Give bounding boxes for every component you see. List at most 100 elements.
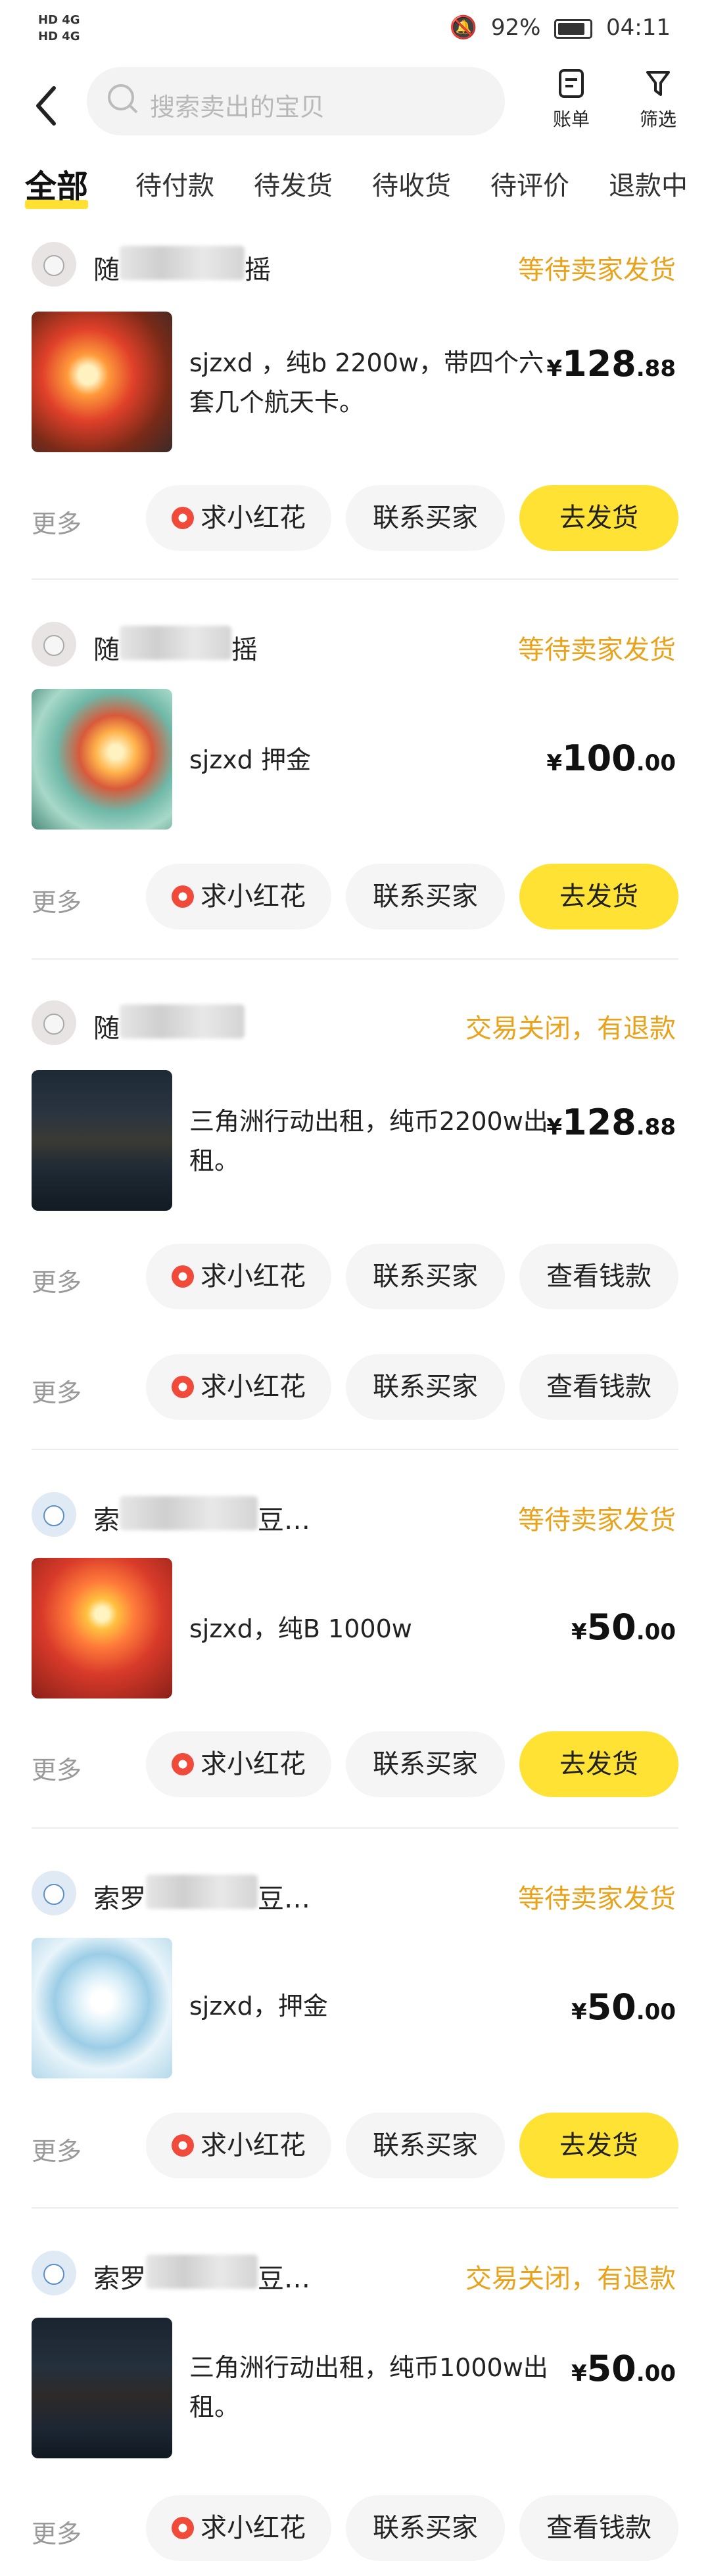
flower-label: 求小红花 — [201, 2513, 306, 2543]
view-money-button[interactable]: 查看钱款 — [519, 2495, 678, 2561]
ship-button[interactable]: 去发货 — [519, 485, 678, 551]
order-header: 索罗 豆… 等待卖家发货 — [32, 1868, 676, 1918]
buyer-avatar — [32, 622, 76, 667]
more-button[interactable]: 更多 — [32, 1750, 82, 1786]
item-price: ¥100.00 — [546, 738, 676, 779]
tab-pending-payment[interactable]: 待付款 — [135, 164, 214, 202]
item-thumbnail[interactable] — [32, 1558, 172, 1698]
more-button[interactable]: 更多 — [32, 2514, 82, 2550]
contact-buyer-button[interactable]: 联系买家 — [346, 485, 505, 551]
flower-icon — [172, 1376, 194, 1398]
item-thumbnail[interactable] — [32, 2318, 172, 2458]
flower-button[interactable]: 求小红花 — [146, 2113, 331, 2178]
flower-button[interactable]: 求小红花 — [146, 2495, 331, 2561]
order-status: 等待卖家发货 — [518, 1505, 676, 1535]
buyer-name-suffix: 摇 — [231, 635, 258, 665]
order-card[interactable]: 随 交易关闭，有退款 三角洲行动出租，纯币2200w出租。 ¥128.88 更多… — [0, 998, 710, 1451]
flower-label: 求小红花 — [201, 1372, 306, 1402]
flower-icon — [172, 2517, 194, 2539]
item-description: 三角洲行动出租，纯币1000w出租。 — [189, 2353, 548, 2422]
order-actions-secondary: 更多 求小红花 联系买家 查看钱款 — [0, 1354, 710, 1420]
contact-buyer-button[interactable]: 联系买家 — [346, 2113, 505, 2178]
flower-icon — [172, 885, 194, 908]
buyer-name-prefix: 随 — [93, 255, 120, 285]
battery-icon — [554, 18, 593, 39]
buyer-name-prefix: 随 — [93, 635, 120, 665]
order-actions: 更多 求小红花 联系买家 查看钱款 — [0, 1244, 710, 1309]
flower-label: 求小红花 — [201, 503, 306, 533]
order-actions: 更多 求小红花 联系买家 去发货 — [0, 1731, 710, 1797]
flower-button[interactable]: 求小红花 — [146, 485, 331, 551]
item-thumbnail[interactable] — [32, 689, 172, 830]
ship-button[interactable]: 去发货 — [519, 864, 678, 929]
order-status: 等待卖家发货 — [518, 255, 676, 285]
item-price: ¥50.00 — [571, 1606, 676, 1648]
clock: 04:11 — [606, 14, 671, 41]
contact-buyer-button[interactable]: 联系买家 — [346, 1731, 505, 1797]
contact-buyer-button[interactable]: 联系买家 — [346, 864, 505, 929]
divider — [32, 958, 678, 960]
order-card[interactable]: 随 摇 等待卖家发货 sjzxd 押金 ¥100.00 更多 求小红花 联系买家… — [0, 619, 710, 961]
buyer-name-suffix: 豆… — [258, 1505, 310, 1535]
status-bar: HD 4G HD 4G 🔕 92% 04:11 — [0, 0, 710, 63]
more-button[interactable]: 更多 — [32, 1262, 82, 1298]
tab-pending-review[interactable]: 待评价 — [490, 164, 569, 202]
tab-all-label: 全部 — [25, 168, 89, 205]
battery-percent: 92% — [490, 14, 541, 41]
bill-button[interactable]: 账单 — [542, 68, 601, 131]
more-button[interactable]: 更多 — [32, 1372, 82, 1409]
order-card[interactable]: 索罗 豆… 交易关闭，有退款 三角洲行动出租，纯币1000w出租。 ¥50.00… — [0, 2248, 710, 2576]
item-thumbnail[interactable] — [32, 1938, 172, 2078]
order-card[interactable]: 索 豆… 等待卖家发货 sjzxd，纯B 1000w ¥50.00 更多 求小红… — [0, 1489, 710, 1831]
flower-button[interactable]: 求小红花 — [146, 1731, 331, 1797]
contact-buyer-button[interactable]: 联系买家 — [346, 2495, 505, 2561]
view-money-button[interactable]: 查看钱款 — [519, 1244, 678, 1309]
order-card[interactable]: 随 摇 等待卖家发货 sjzxd ，纯b 2200w，带四个六套几个航天卡。 ¥… — [0, 239, 710, 581]
signal-indicator-2: HD 4G — [38, 30, 80, 43]
tab-all[interactable]: 全部 — [25, 160, 89, 209]
mute-icon: 🔕 — [449, 14, 477, 41]
order-tabs: 全部 待付款 待发货 待收货 待评价 退款中 — [0, 155, 710, 221]
filter-button[interactable]: 筛选 — [628, 68, 688, 131]
buyer-name-blur — [146, 1875, 258, 1909]
ship-button[interactable]: 去发货 — [519, 2113, 678, 2178]
flower-label: 求小红花 — [201, 1261, 306, 1292]
more-button[interactable]: 更多 — [32, 2131, 82, 2167]
item-price: ¥128.88 — [546, 1102, 676, 1143]
tab-refunding[interactable]: 退款中 — [609, 164, 688, 202]
more-button[interactable]: 更多 — [32, 882, 82, 918]
tab-pending-receipt[interactable]: 待收货 — [372, 164, 451, 202]
flower-icon — [172, 1265, 194, 1288]
flower-button[interactable]: 求小红花 — [146, 864, 331, 929]
buyer-avatar — [32, 1000, 76, 1045]
network-indicators: HD 4G HD 4G — [38, 12, 85, 45]
divider — [32, 2207, 678, 2209]
buyer-name-prefix: 索罗 — [93, 1884, 146, 1914]
tab-pending-shipment[interactable]: 待发货 — [254, 164, 333, 202]
item-thumbnail[interactable] — [32, 312, 172, 452]
flower-label: 求小红花 — [201, 1749, 306, 1779]
filter-icon — [646, 71, 670, 96]
order-header: 随 摇 等待卖家发货 — [32, 239, 676, 289]
contact-buyer-button[interactable]: 联系买家 — [346, 1354, 505, 1420]
more-button[interactable]: 更多 — [32, 503, 82, 540]
order-actions: 更多 求小红花 联系买家 去发货 — [0, 864, 710, 929]
order-status: 交易关闭，有退款 — [465, 2264, 676, 2294]
search-input[interactable]: 搜索卖出的宝贝 — [87, 67, 505, 135]
back-button[interactable] — [33, 83, 72, 129]
divider — [32, 1449, 678, 1450]
ship-button[interactable]: 去发货 — [519, 1731, 678, 1797]
buyer-name-suffix: 摇 — [245, 255, 271, 285]
view-money-button[interactable]: 查看钱款 — [519, 1354, 678, 1420]
flower-button[interactable]: 求小红花 — [146, 1244, 331, 1309]
buyer-name-prefix: 索罗 — [93, 2264, 146, 2294]
flower-button[interactable]: 求小红花 — [146, 1354, 331, 1420]
buyer-avatar — [32, 1871, 76, 1915]
order-header: 索罗 豆… 交易关闭，有退款 — [32, 2248, 676, 2298]
item-thumbnail[interactable] — [32, 1070, 172, 1211]
buyer-name-suffix: 豆… — [258, 2264, 310, 2294]
order-card[interactable]: 索罗 豆… 等待卖家发货 sjzxd，押金 ¥50.00 更多 求小红花 联系买… — [0, 1868, 710, 2210]
divider — [32, 578, 678, 580]
status-right: 🔕 92% 04:11 — [443, 14, 671, 41]
contact-buyer-button[interactable]: 联系买家 — [346, 1244, 505, 1309]
